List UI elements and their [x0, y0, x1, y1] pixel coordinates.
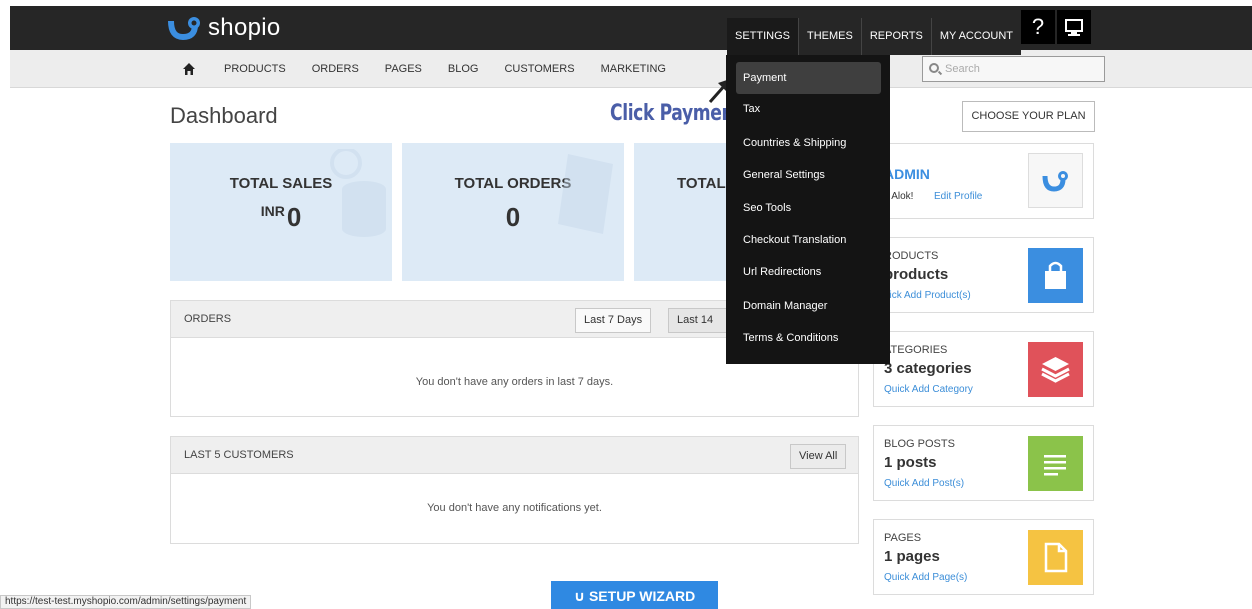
tab-my-account[interactable]: MY ACCOUNT [930, 18, 1021, 55]
nav-products[interactable]: PRODUCTS [224, 63, 286, 75]
categories-card: ATEGORIES 3 categories Quick Add Categor… [873, 331, 1094, 407]
choose-plan-button[interactable]: CHOOSE YOUR PLAN [962, 101, 1095, 132]
home-icon[interactable] [182, 62, 196, 76]
menu-item-url-redirections[interactable]: Url Redirections [743, 266, 821, 278]
view-all-button[interactable]: View All [790, 444, 847, 469]
menu-item-checkout-translation[interactable]: Checkout Translation [743, 234, 846, 246]
shopping-bag-icon[interactable] [1028, 248, 1083, 303]
click-payment-annotation: Click Payment [610, 101, 742, 126]
quick-add-post-link[interactable]: Quick Add Post(s) [884, 478, 964, 489]
menu-item-seo-tools[interactable]: Seo Tools [743, 202, 791, 214]
menu-item-payment[interactable]: Payment [743, 72, 786, 84]
total-sales-card: TOTAL SALES INR0 [170, 143, 392, 281]
stat-currency: INR [260, 203, 285, 219]
blog-posts-label: BLOG POSTS [884, 438, 955, 450]
last-7-days-button[interactable]: Last 7 Days [575, 308, 652, 333]
quick-add-page-link[interactable]: Quick Add Page(s) [884, 572, 967, 583]
settings-dropdown: Payment Tax Countries & Shipping General… [726, 55, 890, 364]
tab-settings[interactable]: SETTINGS [727, 18, 799, 55]
nav-orders[interactable]: ORDERS [312, 63, 359, 75]
stat-title: TOTAL [677, 175, 726, 192]
pages-count: 1 pages [884, 548, 940, 565]
stat-number: 0 [505, 202, 521, 232]
brand-name: shopio [208, 14, 281, 41]
brand-logo[interactable]: shopio [168, 14, 281, 42]
shopio-logo-icon [168, 15, 202, 41]
main-nav: PRODUCTS ORDERS PAGES BLOG CUSTOMERS MAR… [10, 50, 1252, 88]
last-14-days-button[interactable]: Last 14 D [668, 308, 728, 333]
blog-posts-count: 1 posts [884, 454, 937, 471]
pages-label: PAGES [884, 532, 922, 544]
edit-profile-link[interactable]: Edit Profile [934, 191, 982, 202]
categories-count: 3 categories [884, 360, 972, 377]
avatar [1028, 153, 1083, 208]
layers-icon[interactable] [1028, 342, 1083, 397]
customers-panel-title: LAST 5 CUSTOMERS [184, 449, 294, 461]
stat-number: 0 [286, 202, 302, 232]
nav-pages[interactable]: PAGES [385, 63, 422, 75]
menu-item-terms-conditions[interactable]: Terms & Conditions [743, 332, 838, 344]
text-lines-icon[interactable] [1028, 436, 1083, 491]
customers-panel-header: LAST 5 CUSTOMERS View All [171, 437, 858, 474]
categories-label: ATEGORIES [884, 344, 948, 356]
products-label: RODUCTS [884, 250, 939, 262]
total-third-card: TOTAL [634, 143, 726, 281]
tab-reports[interactable]: REPORTS [860, 18, 931, 55]
monitor-icon[interactable] [1057, 10, 1091, 44]
admin-card: ADMIN i, Alok! Edit Profile [873, 143, 1094, 219]
total-orders-card: TOTAL ORDERS 0 [402, 143, 624, 281]
menu-item-domain-manager[interactable]: Domain Manager [743, 300, 827, 312]
search-input[interactable]: Search [922, 56, 1105, 82]
quick-add-product-link[interactable]: uick Add Product(s) [884, 290, 971, 301]
nav-customers[interactable]: CUSTOMERS [504, 63, 574, 75]
page-title: Dashboard [170, 103, 278, 128]
account-menu: SETTINGS THEMES REPORTS MY ACCOUNT [727, 18, 1021, 55]
customers-panel: LAST 5 CUSTOMERS View All You don't have… [170, 436, 859, 544]
tab-themes[interactable]: THEMES [798, 18, 861, 55]
status-bar-url: https://test-test.myshopio.com/admin/set… [0, 595, 252, 609]
products-count: products [884, 266, 949, 283]
document-icon[interactable] [1028, 530, 1083, 585]
menu-item-general-settings[interactable]: General Settings [743, 169, 825, 181]
nav-marketing[interactable]: MARKETING [601, 63, 666, 75]
wizard-logo-icon: ∪ [573, 588, 586, 604]
nav-blog[interactable]: BLOG [448, 63, 479, 75]
orders-panel-title: ORDERS [184, 313, 232, 325]
admin-title: ADMIN [884, 166, 930, 182]
coins-icon [330, 149, 386, 237]
quick-add-category-link[interactable]: Quick Add Category [884, 384, 973, 395]
pages-card: PAGES 1 pages Quick Add Page(s) [873, 519, 1094, 595]
setup-wizard-label: SETUP WIZARD [588, 588, 696, 604]
search-icon [929, 63, 939, 73]
question-icon[interactable]: ? [1021, 10, 1055, 44]
search-placeholder: Search [945, 63, 980, 75]
menu-item-countries-shipping[interactable]: Countries & Shipping [743, 137, 846, 149]
customers-empty-message: You don't have any notifications yet. [427, 502, 602, 514]
setup-wizard-button[interactable]: ∪ SETUP WIZARD [551, 581, 718, 609]
menu-item-tax[interactable]: Tax [743, 103, 760, 115]
products-card: RODUCTS products uick Add Product(s) [873, 237, 1094, 313]
blog-posts-card: BLOG POSTS 1 posts Quick Add Post(s) [873, 425, 1094, 501]
receipt-icon [558, 154, 613, 234]
